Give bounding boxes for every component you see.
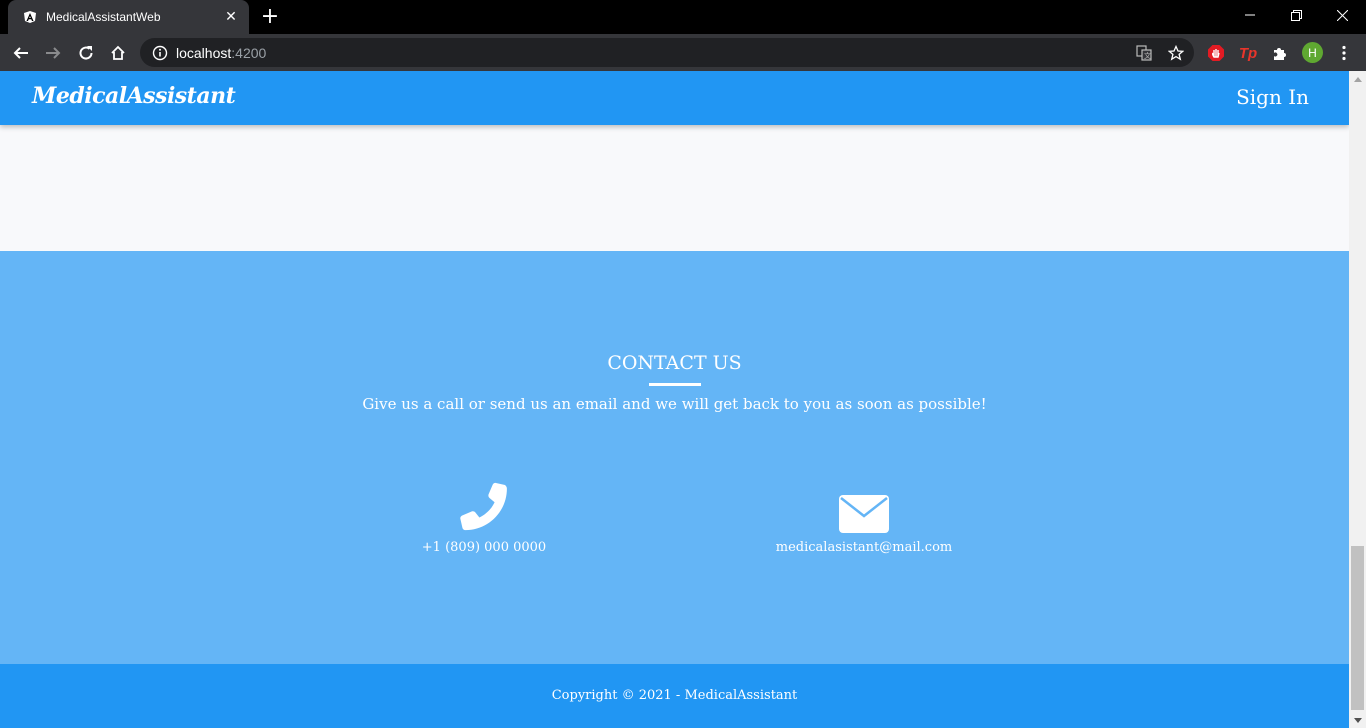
minimize-icon[interactable]	[1230, 0, 1270, 30]
adblock-icon[interactable]	[1203, 40, 1229, 66]
angular-icon	[22, 9, 38, 25]
kebab-menu-icon[interactable]	[1331, 40, 1357, 66]
contact-section: CONTACT US Give us a call or send us an …	[0, 251, 1349, 664]
puzzle-icon[interactable]	[1267, 40, 1293, 66]
browser-toolbar: localhost:4200 文 Tp H	[0, 34, 1366, 71]
url-host: localhost	[176, 44, 232, 61]
envelope-icon	[744, 482, 984, 534]
page-viewport: MedicalAssistant Sign In CONTACT US Give…	[0, 71, 1349, 728]
close-tab-icon[interactable]: ✕	[223, 9, 239, 25]
url-port: :4200	[231, 44, 267, 61]
copyright-text: Copyright © 2021 - MedicalAssistant	[551, 688, 798, 703]
profile-avatar[interactable]: H	[1302, 42, 1323, 63]
scroll-up-arrow-icon[interactable]	[1349, 71, 1366, 87]
translate-icon[interactable]: 文	[1134, 43, 1154, 63]
svg-text:文: 文	[1144, 51, 1151, 60]
sign-in-link[interactable]: Sign In	[1236, 85, 1309, 109]
scroll-thumb[interactable]	[1351, 546, 1364, 710]
new-tab-icon[interactable]: +	[260, 6, 280, 28]
email-address[interactable]: medicalasistant@mail.com	[744, 540, 984, 555]
info-icon[interactable]	[152, 45, 168, 61]
contact-phone: +1 (809) 000 0000	[364, 482, 604, 555]
back-arrow-icon[interactable]	[8, 40, 34, 66]
site-navbar: MedicalAssistant Sign In	[0, 71, 1349, 125]
tab-title: MedicalAssistantWeb	[46, 10, 161, 24]
brand-logo[interactable]: MedicalAssistant	[32, 83, 236, 109]
browser-tab-strip: MedicalAssistantWeb ✕ +	[0, 0, 1366, 34]
restore-icon[interactable]	[1276, 0, 1316, 30]
reload-icon[interactable]	[73, 40, 99, 66]
contact-email: medicalasistant@mail.com	[744, 482, 984, 555]
page-scrollbar[interactable]	[1349, 71, 1366, 728]
star-icon[interactable]	[1166, 43, 1186, 63]
address-bar[interactable]: localhost:4200 文	[140, 38, 1194, 67]
phone-icon	[364, 482, 604, 534]
phone-number[interactable]: +1 (809) 000 0000	[364, 540, 604, 555]
close-window-icon[interactable]	[1322, 0, 1362, 30]
contact-title: CONTACT US	[607, 352, 742, 374]
scroll-down-arrow-icon[interactable]	[1349, 712, 1366, 728]
browser-tab[interactable]: MedicalAssistantWeb ✕	[8, 0, 249, 34]
title-underline	[649, 383, 701, 386]
contact-subtitle: Give us a call or send us an email and w…	[362, 395, 987, 413]
tp-icon[interactable]: Tp	[1235, 40, 1261, 66]
forward-arrow-icon[interactable]	[40, 40, 66, 66]
home-icon[interactable]	[105, 40, 131, 66]
site-footer: Copyright © 2021 - MedicalAssistant	[0, 664, 1349, 728]
